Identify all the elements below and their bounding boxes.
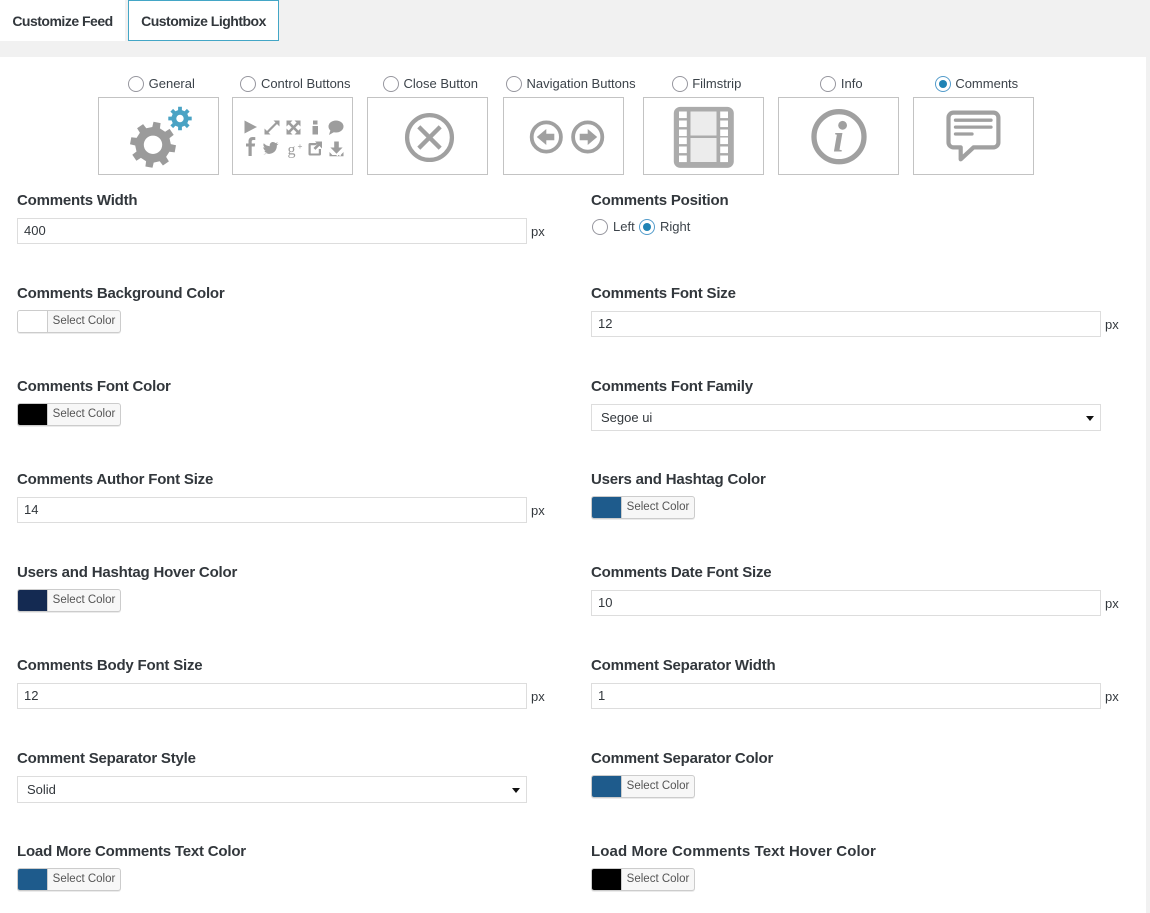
svg-text:ı: ı [833, 115, 844, 160]
svg-text:g: g [288, 141, 296, 158]
svg-text:+: + [298, 141, 303, 151]
